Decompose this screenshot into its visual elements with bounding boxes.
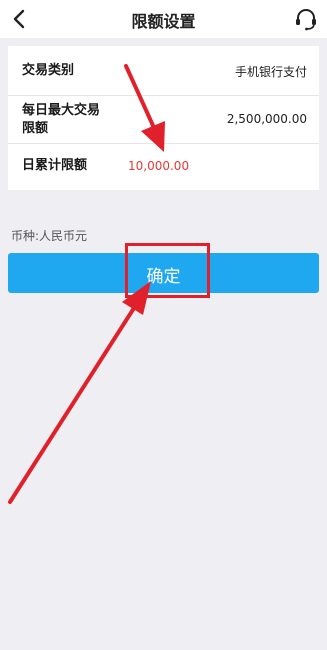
daily-cumulative-limit-value[interactable]: 10,000.00 (128, 159, 189, 173)
limit-settings-card: 交易类别 手机银行支付 每日最大交易 限额 2,500,000.00 日累计限额… (8, 46, 319, 190)
transaction-type-label: 交易类别 (22, 63, 75, 78)
transaction-type-value: 手机银行支付 (234, 65, 307, 79)
daily-max-limit-label-line2: 限额 (22, 121, 49, 136)
row-daily-max-limit: 每日最大交易 限额 2,500,000.00 (8, 96, 319, 143)
header-bar: 限额设置 (0, 0, 327, 38)
annotation-arrow-bottom (8, 281, 151, 504)
daily-cumulative-limit-label: 日累计限额 (22, 158, 88, 173)
row-daily-cumulative-limit[interactable]: 日累计限额 10,000.00 (8, 144, 319, 190)
headset-icon (296, 9, 316, 31)
row-transaction-type: 交易类别 手机银行支付 (8, 46, 319, 95)
customer-service-button[interactable] (293, 6, 319, 32)
daily-max-limit-value: 2,500,000.00 (226, 112, 307, 126)
page-title: 限额设置 (131, 12, 196, 31)
annotation-highlight-box (125, 243, 210, 298)
daily-max-limit-label-line1: 每日最大交易 (22, 103, 101, 118)
currency-note: 币种:人民币元 (11, 229, 88, 243)
